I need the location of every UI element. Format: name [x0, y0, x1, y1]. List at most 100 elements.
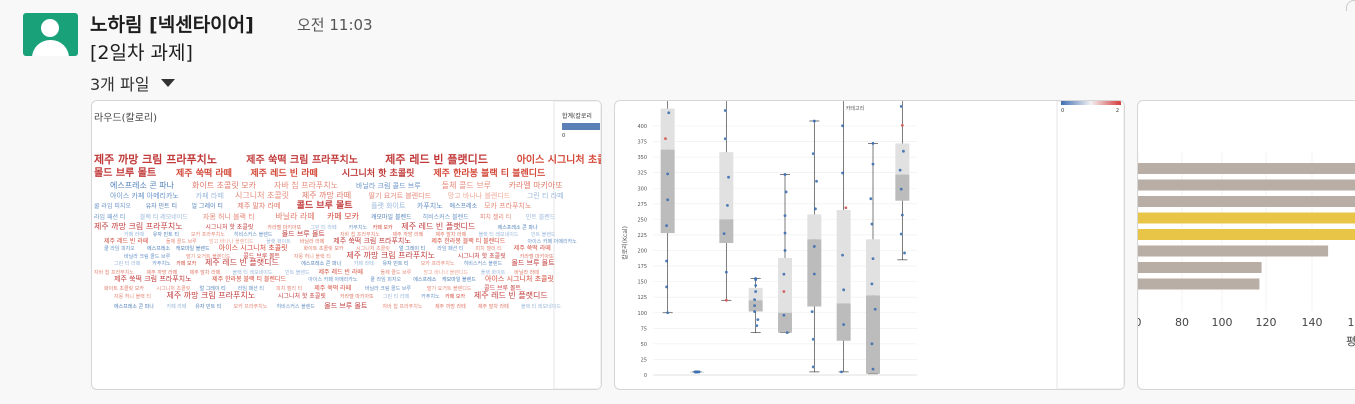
wordcloud-word: 제주 한라봉 블랙 티 블렌디드 — [212, 275, 286, 283]
sender-name[interactable]: 노하림 [넥센타이어] — [90, 10, 254, 37]
boxplot-point — [784, 190, 788, 194]
boxplot-y-tick: 125 — [637, 295, 647, 301]
wordcloud-word: 민트 블렌드 — [285, 269, 310, 276]
wordcloud-word: 자몽 허니 블랙 티 — [114, 293, 151, 300]
barchart-x-tick: 160 — [1348, 316, 1355, 329]
boxplot-point — [871, 257, 875, 260]
boxplot-point — [666, 311, 670, 315]
boxplot-lower-box — [866, 295, 880, 374]
wordcloud-word: 에스프레소 콘 파나 — [301, 260, 341, 267]
boxplot-point — [782, 290, 786, 293]
wordcloud-word: 제주 까망 크림 프라푸치노 — [94, 221, 183, 231]
wordcloud-word: 얼 그레이 티 — [192, 202, 223, 210]
boxplot-point — [723, 137, 727, 141]
wordcloud-word: 제주 까망 라떼 — [435, 303, 466, 310]
wordcloud-word: 제주 까망 크림 프라푸치노 — [94, 152, 217, 166]
boxplot-box — [778, 173, 792, 335]
avatar[interactable] — [23, 13, 78, 56]
wordcloud-word: 시그니처 핫 초콜릿 — [342, 167, 415, 179]
wordcloud-word: 제주 쑥떡 크림 프라푸치노 — [333, 236, 411, 245]
wordcloud-word: 제주 레드 빈 플랫디드 — [474, 290, 548, 300]
wordcloud-word: 에스프레소 콘 파나 — [498, 224, 538, 231]
boxplot-point — [870, 282, 874, 286]
wordcloud-word: 카페 모카 — [373, 224, 393, 231]
files-toggle[interactable]: 3개 파일 — [90, 71, 176, 95]
wordcloud-word: 히비스커스 블렌드 — [277, 303, 316, 310]
boxplot-y-tick: 150 — [637, 280, 647, 286]
wordcloud-word: 카푸치노 — [421, 293, 440, 300]
wordcloud-word: 제주 쑥떡 크림 프라푸치노 — [246, 153, 358, 166]
wordcloud-word: 바닐라 크림 콜드 브루 — [365, 285, 412, 292]
boxplot-point — [753, 304, 756, 307]
boxplot-legend-min: 0 — [1061, 108, 1064, 114]
wordcloud-word: 카푸치노 — [417, 201, 443, 210]
boxplot-lower-box — [836, 303, 851, 341]
boxplot-point — [870, 222, 874, 226]
wordcloud-word: 제주 까망 크림 프라푸치노 — [167, 290, 256, 300]
attachment-boxplot[interactable]: 0 2 카테고리 칼로리(Kcal) 0 25 50 75 100 125 150 175 20… — [614, 100, 1125, 390]
barchart-x-tick: 120 — [1256, 316, 1277, 329]
boxplot-box — [719, 101, 734, 302]
boxplot-lower-box — [895, 174, 910, 201]
wordcloud-word: 딸기 요거트 블렌디드 — [427, 285, 472, 292]
wordcloud-word: 몰드 브루 몰트 — [324, 302, 368, 310]
boxplot-y-tick: 275 — [637, 202, 647, 208]
wordcloud-word: 카페 라떼 — [354, 260, 374, 267]
boxplot-point — [812, 119, 816, 123]
boxplot-point — [811, 337, 815, 341]
boxplot-point — [812, 272, 816, 276]
wordcloud-word: 망고 바나나 블렌디드 — [424, 269, 469, 276]
boxplot-upper-box — [719, 152, 734, 220]
barchart-x-tick: 140 — [1302, 316, 1323, 329]
barchart-bar — [1138, 163, 1355, 174]
wordcloud-legend-bar — [562, 123, 600, 130]
wordcloud-word: 돌체 콜드 브루 — [442, 180, 491, 190]
message-time: 오전 11:03 — [297, 16, 373, 34]
wordcloud-word: 시그니처 핫 초콜릿 — [278, 292, 326, 300]
boxplot-upper-box — [778, 257, 792, 313]
wordcloud-words: 제주 까망 크림 프라푸치노 제주 쑥떡 크림 프라푸치노 제주 레드 빈 플랫디드… — [94, 152, 601, 310]
boxplot-y-tick: 0 — [644, 373, 647, 379]
wordcloud-word: 제주 레드 빈 플랫디드 — [205, 257, 279, 267]
wordcloud-word: 제주 말차 라떼 — [435, 231, 466, 238]
boxplot-box — [748, 277, 763, 334]
boxplot-point — [783, 173, 787, 176]
boxplot-y-tick: 50 — [641, 342, 647, 348]
boxplot-point — [842, 323, 846, 326]
wordcloud-word: 쿨 라임 피지오 — [370, 276, 401, 283]
wordcloud-word: 민트 블렌드 — [531, 231, 556, 238]
barchart-bar — [1138, 262, 1262, 273]
barchart-x-tick: 100 — [1212, 316, 1233, 329]
wordcloud-word: 아이스 시그니처 초콜릿 — [485, 274, 554, 283]
message-text: [2일차 과제] — [90, 42, 193, 64]
boxplot-point — [842, 288, 846, 292]
wordcloud-word: 아이스 카페 아메리카노 — [528, 238, 578, 245]
wordcloud-word: 바닐라 라떼 — [275, 211, 314, 221]
wordcloud-word: 카라멜 마키아또 — [509, 180, 563, 190]
boxplot-point — [754, 290, 758, 293]
boxplot-point — [841, 171, 844, 175]
boxplot-point — [783, 231, 787, 235]
wordcloud-word: 망고 바나나 블렌디드 — [448, 191, 511, 200]
attachment-wordcloud[interactable]: 라우드(칼로리) 합계(칼로리 0 제주 까망 크림 프라푸치노 제주 쑥떡 크림… — [91, 100, 602, 390]
wordcloud-word: 모카 프라푸치노 — [234, 303, 268, 310]
barchart-bar — [1138, 196, 1355, 207]
wordcloud-word: 에스프레소 콘 파나 — [110, 181, 175, 190]
boxplot-y-tick: 400 — [637, 124, 647, 130]
attachment-barchart[interactable]: 0 80 100 120 140 160 평균 — [1137, 100, 1355, 390]
boxplot-point — [841, 124, 844, 128]
wordcloud-word: 자몽 허니 블랙 티 — [294, 253, 331, 260]
wordcloud-word: 제주 까망 크림 프라푸치노 — [346, 250, 435, 260]
barchart-plot-area: 0 80 100 120 140 160 — [1138, 151, 1355, 329]
boxplot-legend-panel — [1056, 101, 1124, 389]
wordcloud-word: 아이스 시그니처 초콜릿 — [219, 243, 288, 252]
wordcloud-word: 제주 쑥떡 라떼 — [514, 244, 551, 252]
wordcloud-word: 히비스커스 블렌드 — [234, 231, 273, 238]
wordcloud-legend-title: 합계(칼로리 — [562, 112, 592, 120]
wordcloud-word: 자바 칩 프라푸치노 — [274, 180, 338, 190]
wordcloud-word: 카라멜 마키아또 — [340, 293, 374, 300]
boxplot-point — [840, 370, 843, 374]
wordcloud-word: 그린 티 라떼 — [383, 293, 410, 300]
wordcloud-word: 유자 민트 티 — [382, 260, 408, 267]
barchart-bar — [1138, 278, 1260, 290]
